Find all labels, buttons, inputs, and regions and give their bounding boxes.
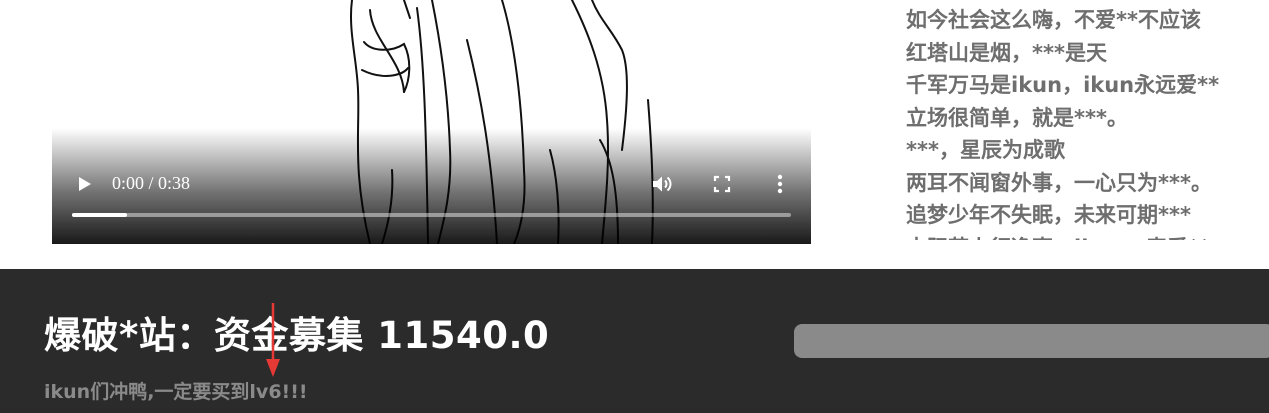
time-separator: / (144, 173, 159, 193)
lyric-line: 追梦少年不失眠，未来可期*** (906, 203, 1191, 227)
time-display: 0:00 / 0:38 (112, 173, 190, 194)
fullscreen-button[interactable] (712, 174, 732, 194)
more-options-button[interactable] (772, 172, 788, 196)
funding-progress-bar (794, 324, 1269, 358)
fullscreen-icon (713, 175, 731, 193)
play-icon (79, 177, 91, 191)
lyric-line: ***，星辰为成歌 (906, 138, 1065, 162)
more-vert-icon (777, 174, 783, 194)
lyric-line: 两耳不闻窗外事，一心只为***。 (906, 170, 1212, 195)
seek-bar-buffered (72, 213, 127, 217)
play-button[interactable] (74, 172, 96, 196)
funding-bar: 爆破*站：资金募集 11540.0 ikun们冲鸭,一定要买到lv6!!! (0, 269, 1269, 413)
video-player[interactable]: 0:00 / 0:38 (52, 0, 811, 244)
duration: 0:38 (158, 173, 191, 193)
lyrics-panel[interactable]: 如今社会这么嗨，不爱**不应该 红塔山是烟，***是天 千军万马是ikun，ik… (906, 4, 1246, 240)
funding-title: 爆破*站：资金募集 11540.0 (44, 314, 550, 357)
mute-button[interactable] (650, 172, 674, 196)
lyric-line: 如今社会这么嗨，不爱**不应该 (906, 8, 1201, 32)
current-time: 0:00 (112, 173, 145, 193)
lyric-line: 千军万马是ikun，ikun永远爱** (906, 73, 1220, 97)
volume-icon (653, 176, 672, 192)
lyric-line: 立场很简单，就是***。 (906, 105, 1128, 130)
seek-bar[interactable] (72, 213, 791, 217)
arrow-down-icon (266, 303, 280, 377)
lyric-line: 去阳若上行逸事，ikun，表爱** (906, 232, 1246, 241)
lyric-line: 红塔山是烟，***是天 (906, 40, 1107, 65)
funding-slogan: ikun们冲鸭,一定要买到lv6!!! (44, 381, 308, 403)
